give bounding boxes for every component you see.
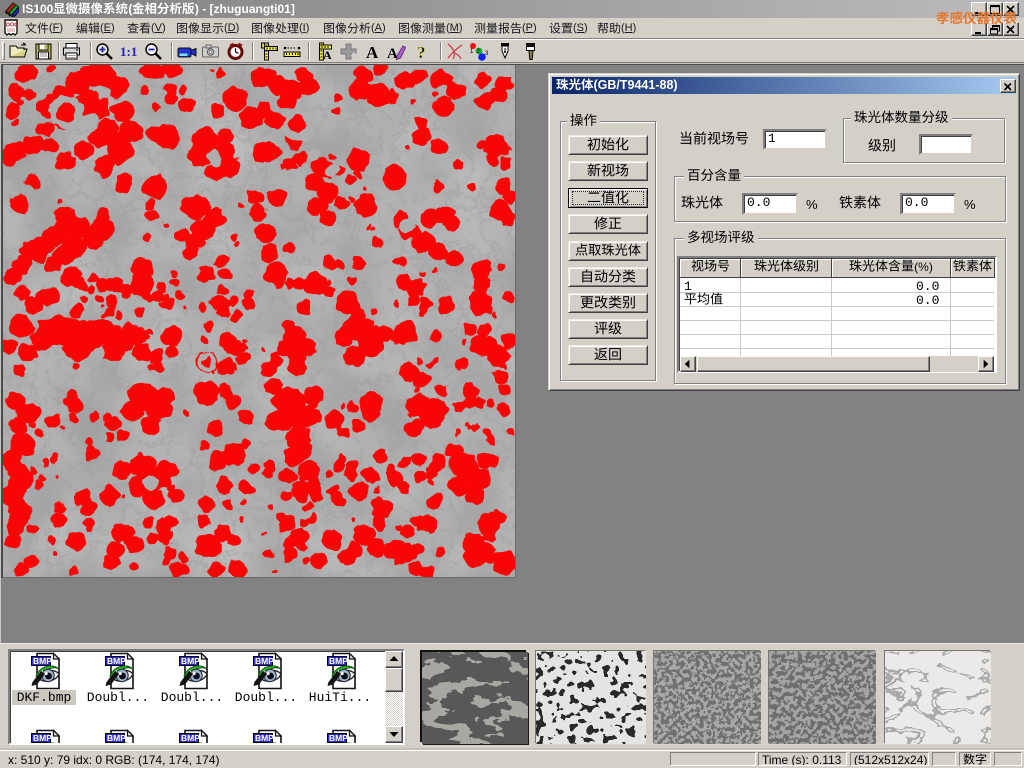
svg-text:BMP: BMP	[181, 733, 200, 743]
svg-text:BMP: BMP	[255, 733, 274, 743]
svg-text:BMP: BMP	[107, 656, 126, 666]
svg-text:A: A	[366, 43, 379, 62]
svg-text:BMP: BMP	[33, 656, 52, 666]
svg-text:BMP: BMP	[255, 656, 274, 666]
svg-text:BMP: BMP	[181, 656, 200, 666]
svg-text:1: 1	[470, 49, 474, 55]
svg-text:BMP: BMP	[329, 733, 348, 743]
svg-text:BMP: BMP	[329, 656, 348, 666]
svg-text:?: ?	[417, 43, 426, 62]
svg-text:BMP: BMP	[107, 733, 126, 743]
svg-text:1:1: 1:1	[120, 44, 137, 59]
svg-text:A: A	[323, 48, 332, 62]
svg-text:DOC: DOC	[6, 23, 18, 29]
svg-text:3: 3	[485, 51, 489, 57]
svg-text:BMP: BMP	[33, 733, 52, 743]
